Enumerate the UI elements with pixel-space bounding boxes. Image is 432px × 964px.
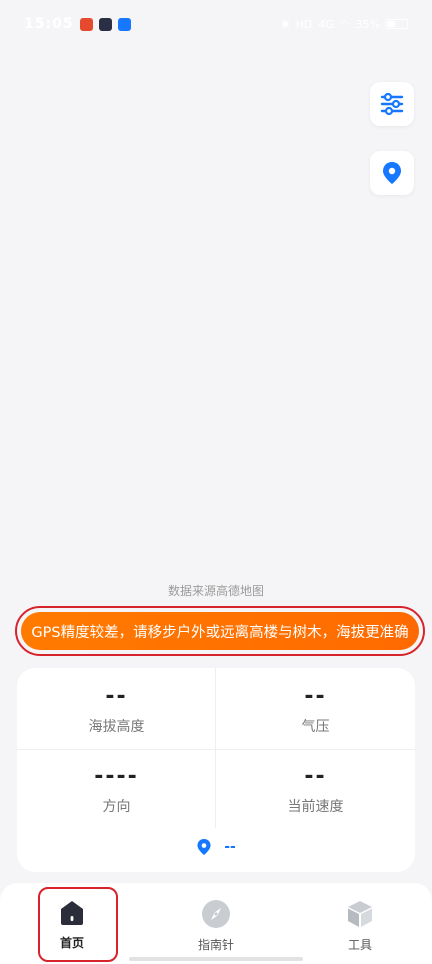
altitude-value: -- (105, 684, 128, 709)
bluetooth-icon: ✱ (280, 17, 290, 31)
home-icon (61, 901, 83, 925)
stat-altitude: -- 海拔高度 (17, 670, 216, 750)
location-pin-icon (197, 839, 211, 855)
app-badge-dark-icon (98, 17, 112, 31)
tools-box-icon (348, 901, 372, 927)
status-time: 15:05 (24, 16, 74, 32)
nav-tools-label: 工具 (347, 938, 372, 952)
map-data-source: 数据来源高德地图 (167, 584, 264, 598)
location-pin-icon (383, 162, 401, 184)
speed-value: -- (304, 764, 327, 789)
map-filter-button[interactable] (370, 82, 414, 126)
screen: 15:05 ✱ HD 4G ◠ 35% 数据来源高德地图 GPS精度较差，请移步… (0, 0, 432, 964)
pressure-value: -- (304, 684, 327, 709)
pressure-label: 气压 (301, 719, 330, 735)
nav-compass-label: 指南针 (197, 938, 234, 952)
stats-card: -- 海拔高度 -- 气压 ---- 方向 -- 当前速度 -- (17, 668, 415, 872)
alipay-badge-icon (117, 17, 131, 31)
filter-settings-icon (380, 92, 404, 116)
nav-tab-home[interactable]: 首页 (0, 883, 144, 964)
current-location-row[interactable]: -- (17, 838, 415, 856)
app-badge-red-icon (79, 17, 93, 31)
gps-warning-banner[interactable]: GPS精度较差，请移步户外或远离高楼与树木，海拔更准确 (21, 612, 419, 650)
battery-icon (386, 19, 408, 29)
map-locate-button[interactable] (370, 151, 414, 195)
status-right: ✱ HD 4G ◠ 35% (280, 18, 408, 31)
direction-label: 方向 (102, 799, 131, 815)
status-left: 15:05 (24, 16, 131, 32)
bottom-nav: 首页 指南针 工具 (0, 883, 432, 964)
gps-warning-highlight: GPS精度较差，请移步户外或远离高楼与树木，海拔更准确 (15, 606, 425, 656)
nav-tab-compass[interactable]: 指南针 (144, 883, 288, 964)
network-type-bottom: 4G (318, 17, 334, 31)
compass-icon (202, 900, 230, 928)
battery-text: 35% (355, 17, 380, 31)
nav-home-label: 首页 (59, 936, 84, 950)
speed-label: 当前速度 (287, 799, 344, 815)
altitude-label: 海拔高度 (88, 719, 145, 735)
direction-value: ---- (94, 764, 139, 789)
stat-direction: ---- 方向 (17, 750, 216, 830)
network-type-top: HD (295, 17, 313, 31)
stat-speed: -- 当前速度 (216, 750, 415, 830)
wifi-icon: ◠ (339, 17, 350, 31)
nav-tab-tools[interactable]: 工具 (288, 883, 432, 964)
home-indicator[interactable] (129, 957, 303, 961)
location-value: -- (224, 839, 236, 855)
status-bar: 15:05 ✱ HD 4G ◠ 35% (0, 0, 432, 48)
stat-pressure: -- 气压 (216, 670, 415, 750)
